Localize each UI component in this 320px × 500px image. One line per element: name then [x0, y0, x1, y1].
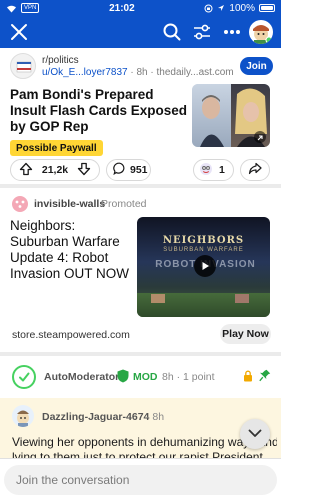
promoted-title[interactable]: Neighbors: Suburban Warfare Update 4: Ro…: [10, 218, 135, 282]
play-now-button[interactable]: Play Now: [220, 324, 271, 344]
reply-bar: [0, 458, 281, 500]
top-bar: [0, 16, 281, 48]
mod-shield-icon: [117, 369, 129, 383]
award-icon: [199, 162, 213, 179]
post-title[interactable]: Pam Bondi's Prepared Insult Flash Cards …: [10, 87, 190, 135]
thumbnail-photo-left: [192, 84, 231, 147]
battery-icon: [259, 4, 275, 12]
meta-separator: ·: [147, 67, 157, 78]
vpn-badge: VPN: [21, 3, 40, 13]
comment-line: Viewing her opponents in dehumanizing wa…: [12, 435, 277, 449]
media-house: [151, 294, 165, 303]
vote-score: 21,2k: [41, 164, 69, 176]
promoted-domain[interactable]: store.steampowered.com: [12, 329, 130, 341]
automod-name[interactable]: AutoModerator: [44, 371, 119, 383]
scroll-down-button[interactable]: [240, 419, 270, 449]
post-age: 8h: [136, 67, 148, 78]
media-house: [235, 294, 249, 303]
share-icon: [248, 162, 262, 178]
media-title-text: NEIGHBORS: [162, 235, 245, 246]
post-author[interactable]: u/Ok_E...loyer7837: [42, 67, 128, 78]
lock-icon: [244, 370, 252, 382]
battery-percent: 100%: [229, 2, 255, 14]
join-button[interactable]: Join: [240, 57, 273, 75]
search-icon[interactable]: [161, 21, 183, 43]
location-icon: [218, 5, 225, 11]
advertiser-icon[interactable]: [12, 196, 28, 212]
upvote-icon[interactable]: [19, 162, 33, 179]
awards-button[interactable]: 1: [193, 159, 234, 181]
external-link-icon: [254, 131, 266, 143]
promoted-label: Promoted: [101, 198, 147, 210]
vote-control: 21,2k: [10, 159, 100, 181]
play-icon[interactable]: [194, 255, 216, 277]
advertiser-name[interactable]: invisible-walls: [34, 198, 105, 210]
media-subtitle-text: SUBURBAN WARFARE: [163, 247, 244, 253]
status-bar: VPN 21:02 100%: [0, 0, 281, 16]
downvote-icon[interactable]: [77, 162, 91, 179]
chevron-down-icon: [248, 425, 262, 443]
comments-button[interactable]: 951: [106, 159, 151, 181]
rotation-lock-icon: [204, 4, 213, 12]
post-domain[interactable]: thedaily...ast.com: [157, 67, 234, 78]
commenter-avatar[interactable]: [12, 405, 34, 427]
promoted-post: invisible-walls Promoted Neighbors: Subu…: [0, 188, 281, 349]
pin-icon: [259, 369, 271, 382]
comment-bubble-icon: [113, 162, 126, 178]
close-icon[interactable]: [8, 21, 30, 43]
automod-comment-header[interactable]: AutoModerator MOD 8h · 1 point: [0, 360, 281, 395]
post-card: r/politics u/Ok_E...loyer7837 · 8h · the…: [0, 48, 281, 184]
sort-filter-icon[interactable]: [191, 21, 213, 43]
promoted-video[interactable]: NEIGHBORS SUBURBAN WARFARE ROBOT INVASIO…: [137, 217, 270, 317]
wifi-icon: [7, 5, 16, 12]
share-button[interactable]: [240, 159, 270, 181]
commenter-name[interactable]: Dazzling-Jaguar-4674: [42, 411, 149, 423]
post-thumbnail[interactable]: [192, 84, 270, 147]
post-flair: Possible Paywall: [10, 140, 103, 156]
section-divider: [0, 352, 281, 356]
automod-meta: 8h · 1 point: [162, 371, 215, 383]
more-options-icon[interactable]: [221, 21, 243, 43]
mod-badge: MOD: [133, 371, 158, 383]
subreddit-name[interactable]: r/politics: [42, 55, 79, 66]
status-time: 21:02: [109, 2, 135, 14]
comment-count: 951: [130, 164, 148, 176]
join-conversation-input[interactable]: [4, 465, 277, 495]
subreddit-icon[interactable]: [10, 53, 36, 79]
post-actions: 21,2k 951 1: [0, 159, 281, 181]
comment-age: · 8h: [146, 411, 165, 423]
post-meta: u/Ok_E...loyer7837 · 8h · thedaily...ast…: [42, 67, 234, 78]
user-avatar[interactable]: [249, 20, 273, 44]
award-count: 1: [219, 164, 225, 176]
automod-avatar[interactable]: [12, 365, 36, 389]
